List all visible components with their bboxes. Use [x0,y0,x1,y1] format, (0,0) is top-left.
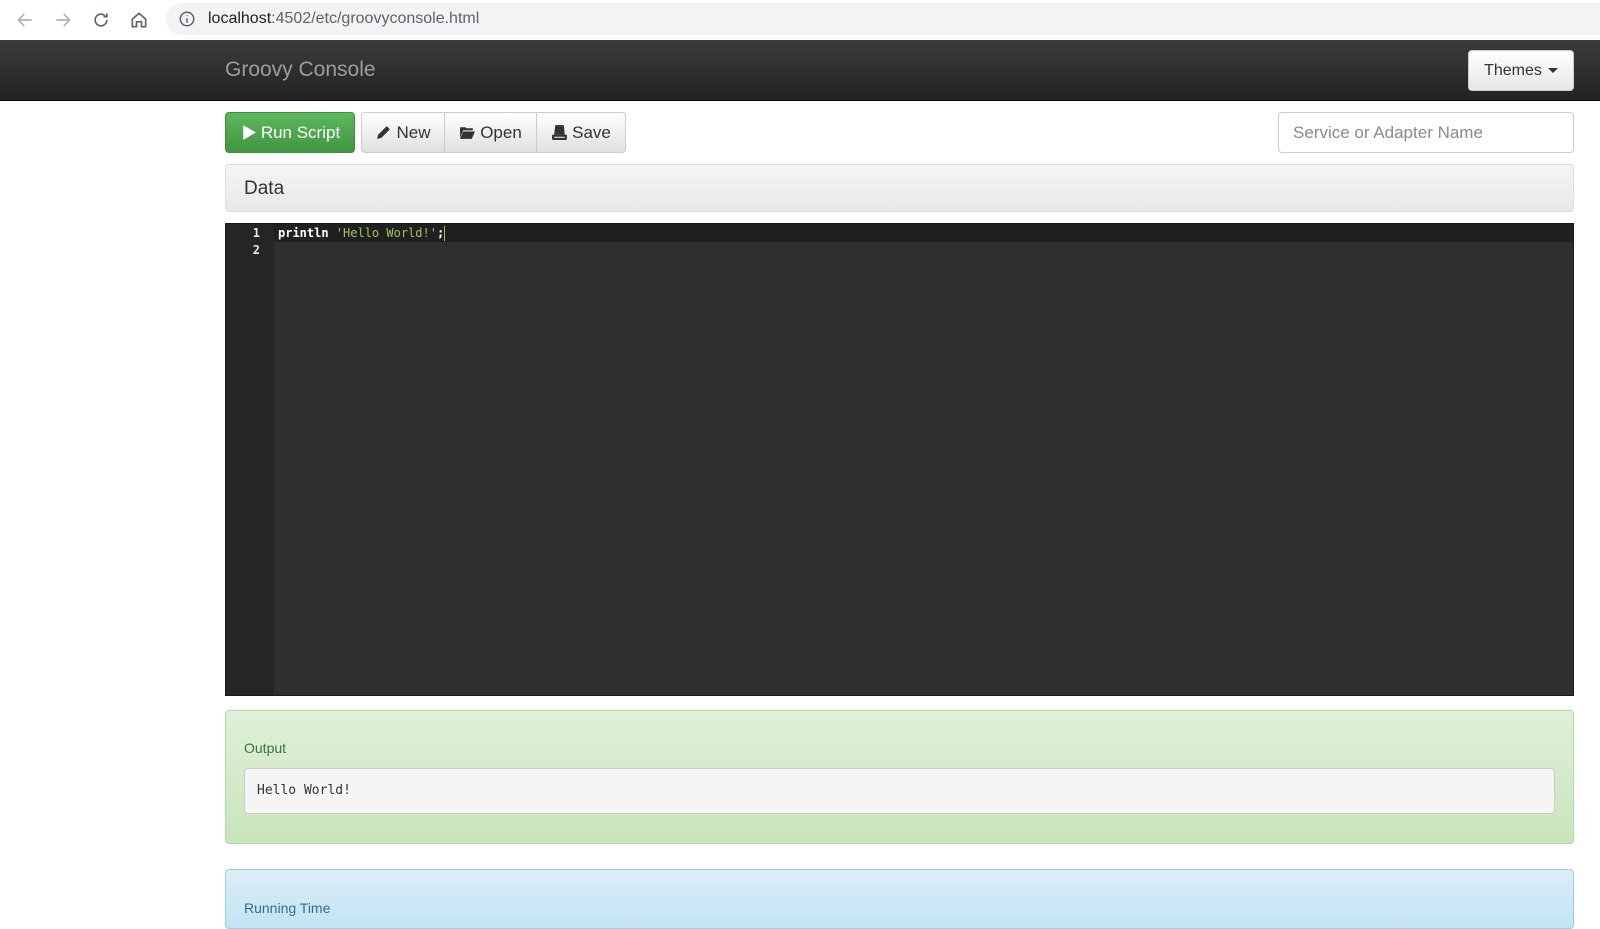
save-button[interactable]: Save [537,112,626,153]
run-script-button[interactable]: Run Script [225,112,355,153]
back-arrow-icon[interactable] [6,2,44,38]
code-editor[interactable]: 1 2 println 'Hello World!'; [225,223,1574,696]
info-icon[interactable] [178,10,196,28]
url-host: localhost [208,10,272,27]
data-panel-title: Data [244,178,285,199]
data-panel-header[interactable]: Data [225,164,1574,212]
open-label: Open [480,122,522,142]
code-keyword: println [278,226,329,240]
output-label: Output [244,740,287,756]
play-icon [243,125,256,140]
output-panel: Output Hello World! [225,710,1574,844]
text-cursor [444,226,446,241]
app-navbar: Groovy Console Themes [0,40,1600,101]
new-label: New [396,122,431,142]
reload-icon[interactable] [82,2,120,38]
themes-label: Themes [1484,61,1542,79]
themes-dropdown-button[interactable]: Themes [1468,50,1574,91]
url-path: :4502/etc/groovyconsole.html [271,10,480,27]
service-adapter-search-input[interactable] [1278,112,1574,153]
script-toolbar: Run Script New Open Save [225,112,626,153]
address-bar[interactable]: localhost:4502/etc/groovyconsole.html [166,3,1600,35]
active-line-highlight [274,224,1573,242]
code-line[interactable]: println 'Hello World!'; [278,226,446,241]
pencil-icon [377,126,391,139]
browser-toolbar: localhost:4502/etc/groovyconsole.html [0,0,1600,40]
folder-open-icon [460,127,476,139]
output-text: Hello World! [244,768,1555,814]
running-time-panel: Running Time [225,869,1574,929]
line-number: 1 [252,226,260,240]
code-semicolon: ; [436,226,445,240]
editor-gutter: 1 2 [226,224,274,695]
save-label: Save [572,122,611,142]
line-number: 2 [252,243,260,257]
app-brand[interactable]: Groovy Console [225,58,376,82]
code-string: 'Hello World!' [335,226,437,240]
new-button[interactable]: New [361,112,445,153]
open-button[interactable]: Open [445,112,537,153]
home-icon[interactable] [120,2,158,38]
url-text: localhost:4502/etc/groovyconsole.html [208,10,479,28]
run-script-label: Run Script [260,122,341,142]
forward-arrow-icon[interactable] [44,2,82,38]
caret-down-icon [1547,68,1558,73]
save-icon [552,125,568,140]
